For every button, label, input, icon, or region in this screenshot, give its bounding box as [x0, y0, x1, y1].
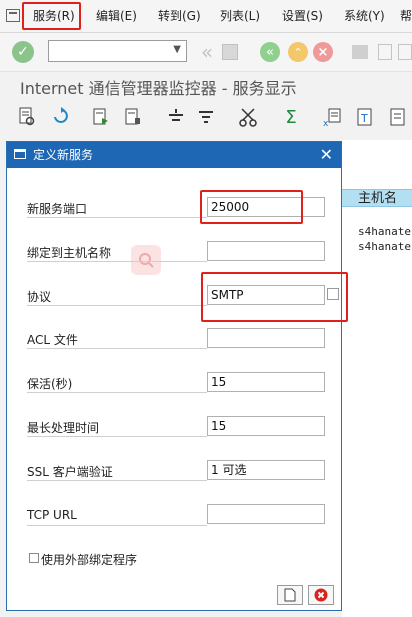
close-icon[interactable]: ✕	[320, 142, 333, 168]
svg-text:T: T	[360, 112, 368, 125]
page-title: Internet 通信管理器监控器 - 服务显示	[20, 79, 297, 98]
field-label-protocol: 协议	[27, 290, 52, 304]
menu-settings[interactable]: 设置(S)	[282, 8, 323, 24]
service-deactivate-icon[interactable]	[124, 107, 142, 127]
menu-list[interactable]: 列表(L)	[220, 8, 260, 24]
cancel-icon	[314, 588, 328, 602]
field-label-tcp-url: TCP URL	[27, 508, 77, 522]
exit-icon[interactable]: ⌃	[288, 42, 308, 62]
text-icon[interactable]: T	[356, 107, 376, 127]
document-icon	[284, 588, 296, 602]
table-row[interactable]: s4hanate	[358, 225, 411, 238]
detail-view-icon[interactable]	[18, 107, 36, 127]
menu-system[interactable]: 系统(Y)	[344, 8, 385, 24]
chevron-down-icon[interactable]: ▼	[173, 44, 181, 55]
filter-icon[interactable]	[196, 107, 216, 127]
divider	[27, 305, 207, 306]
divider	[27, 436, 207, 437]
table-row[interactable]: s4hanate	[358, 240, 411, 253]
scissors-icon[interactable]	[238, 107, 258, 127]
highlight-port-field	[200, 190, 303, 224]
export-icon[interactable]: x	[322, 107, 342, 127]
menu-goto[interactable]: 转到(G)	[158, 8, 201, 24]
cancel-icon[interactable]: ×	[313, 42, 333, 62]
field-label-max-processing-time: 最长处理时间	[27, 421, 100, 435]
external-bind-checkbox-label: 使用外部绑定程序	[41, 553, 138, 567]
divider	[27, 217, 207, 218]
standard-toolbar: ✓ ▼ « « ⌃ ×	[0, 33, 412, 72]
menu-bar: 服务(R) 编辑(E) 转到(G) 列表(L) 设置(S) 系统(Y) 帮	[0, 0, 412, 33]
double-left-icon[interactable]: «	[196, 40, 218, 64]
print-icon[interactable]	[352, 45, 368, 59]
keepalive-input[interactable]: 15	[207, 372, 325, 392]
external-bind-checkbox[interactable]	[29, 553, 39, 563]
svg-text:x: x	[323, 119, 329, 127]
field-label-keepalive: 保活(秒)	[27, 377, 73, 391]
field-label-port: 新服务端口	[27, 202, 88, 216]
tcp-url-input[interactable]	[207, 504, 325, 524]
highlight-protocol-field	[201, 272, 348, 322]
divider	[27, 261, 207, 262]
menu-help[interactable]: 帮	[400, 8, 412, 24]
divider	[27, 525, 207, 526]
refresh-icon[interactable]	[52, 107, 70, 127]
dialog-window-icon	[14, 149, 26, 159]
field-label-bind-host: 绑定到主机名称	[27, 246, 112, 260]
max-processing-time-input[interactable]: 15	[207, 416, 325, 436]
service-activate-icon[interactable]	[92, 107, 110, 127]
divider	[27, 480, 207, 481]
back-icon[interactable]: «	[260, 42, 280, 62]
save-icon[interactable]	[222, 44, 238, 60]
command-field[interactable]: ▼	[48, 40, 187, 62]
highlight-menu-service	[22, 2, 81, 30]
cancel-button[interactable]	[308, 585, 334, 605]
search-watermark-icon	[131, 245, 161, 275]
document-icon[interactable]	[388, 107, 408, 127]
dialog-title: 定义新服务	[33, 148, 94, 162]
field-label-ssl-client-verification: SSL 客户端验证	[27, 465, 113, 479]
ssl-client-verification-input[interactable]: 1 可选	[207, 460, 325, 480]
bind-host-input[interactable]	[207, 241, 325, 261]
find-icon[interactable]	[378, 44, 392, 60]
find-next-icon[interactable]	[398, 44, 412, 60]
service-list-pane	[342, 140, 412, 617]
acl-file-input[interactable]	[207, 328, 325, 348]
application-toolbar: Σ x T	[0, 102, 412, 132]
dialog-titlebar: 定义新服务 ✕	[7, 142, 341, 168]
sum-icon[interactable]: Σ	[282, 107, 300, 128]
column-header-hostname[interactable]: 主机名	[342, 189, 412, 207]
divider	[27, 348, 207, 349]
menu-edit[interactable]: 编辑(E)	[96, 8, 137, 24]
field-label-acl-file: ACL 文件	[27, 333, 78, 347]
window-menu-icon[interactable]	[6, 9, 20, 22]
new-document-button[interactable]	[277, 585, 303, 605]
enter-check-icon[interactable]: ✓	[12, 41, 34, 63]
align-center-icon[interactable]	[166, 107, 186, 127]
divider	[27, 392, 207, 393]
